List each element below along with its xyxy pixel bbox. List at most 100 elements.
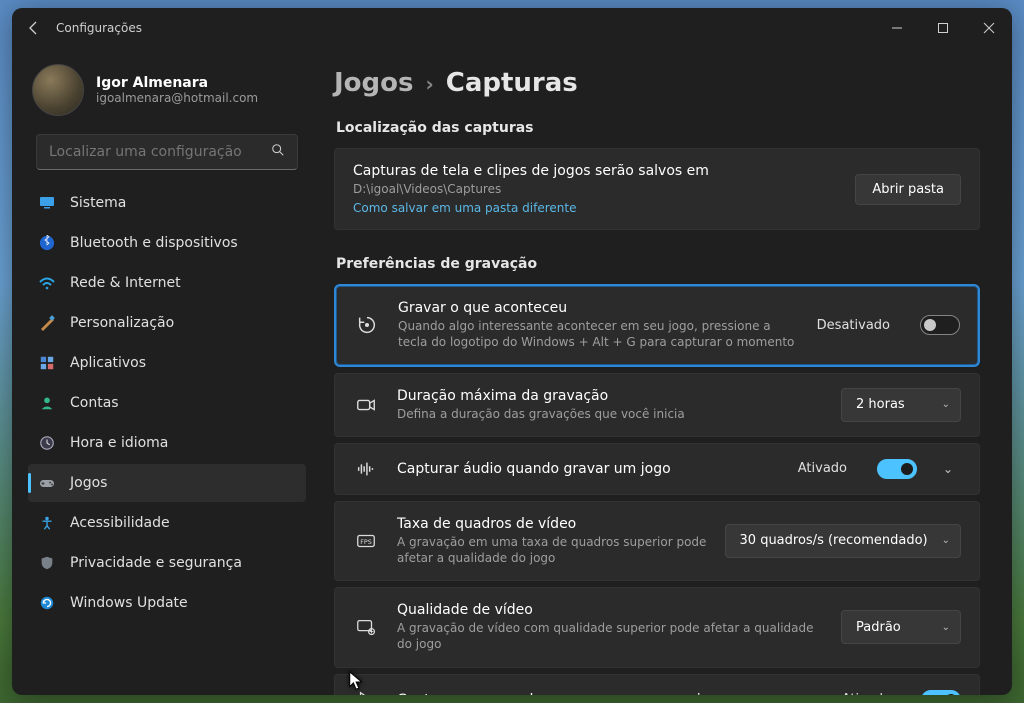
- chevron-down-icon: ⌄: [942, 399, 950, 410]
- back-button[interactable]: [12, 8, 56, 48]
- capture-cursor-state: Ativado: [842, 692, 891, 695]
- capture-audio-card[interactable]: Capturar áudio quando gravar um jogo Ati…: [334, 443, 980, 495]
- person-icon: [38, 394, 56, 412]
- capture-location-link[interactable]: Como salvar em uma pasta diferente: [353, 201, 837, 215]
- cursor-icon: [353, 689, 379, 696]
- record-happened-desc: Quando algo interessante acontecer em se…: [398, 318, 799, 350]
- sidebar: Igor Almenara igoalmenara@hotmail.com Si…: [12, 48, 312, 695]
- chevron-down-icon: ⌄: [942, 622, 950, 633]
- titlebar: Configurações: [12, 8, 1012, 48]
- sidebar-item-label: Acessibilidade: [70, 515, 170, 531]
- audio-bars-icon: [353, 458, 379, 480]
- open-folder-button[interactable]: Abrir pasta: [855, 174, 961, 205]
- close-button[interactable]: [966, 8, 1012, 48]
- video-quality-dropdown[interactable]: Padrão ⌄: [841, 610, 961, 644]
- profile-name: Igor Almenara: [96, 75, 258, 91]
- chevron-right-icon: ›: [426, 72, 434, 96]
- sidebar-item-label: Contas: [70, 395, 119, 411]
- close-icon: [983, 22, 995, 34]
- sidebar-item-accounts[interactable]: Contas: [28, 384, 306, 422]
- breadcrumb-current: Capturas: [446, 68, 578, 98]
- accessibility-icon: [38, 514, 56, 532]
- capture-audio-toggle[interactable]: [877, 459, 917, 479]
- clock-globe-icon: [38, 434, 56, 452]
- video-quality-title: Qualidade de vídeo: [397, 602, 823, 618]
- bluetooth-icon: [38, 234, 56, 252]
- sidebar-item-label: Personalização: [70, 315, 174, 331]
- chevron-down-icon[interactable]: ⌄: [935, 462, 961, 476]
- main-content: Jogos › Capturas Localização das captura…: [312, 48, 1012, 695]
- capture-location-card: Capturas de tela e clipes de jogos serão…: [334, 148, 980, 230]
- frame-rate-title: Taxa de quadros de vídeo: [397, 516, 707, 532]
- max-duration-desc: Defina a duração das gravações que você …: [397, 406, 823, 422]
- minimize-button[interactable]: [874, 8, 920, 48]
- frame-rate-desc: A gravação em uma taxa de quadros superi…: [397, 534, 707, 566]
- capture-location-path: D:\igoal\Videos\Captures: [353, 181, 837, 197]
- sidebar-item-label: Sistema: [70, 195, 126, 211]
- fps-icon: FPS: [353, 530, 379, 552]
- sidebar-item-label: Aplicativos: [70, 355, 146, 371]
- sidebar-item-network[interactable]: Rede & Internet: [28, 264, 306, 302]
- sidebar-item-personalization[interactable]: Personalização: [28, 304, 306, 342]
- sidebar-item-label: Rede & Internet: [70, 275, 181, 291]
- gamepad-icon: [38, 474, 56, 492]
- frame-rate-value: 30 quadros/s (recomendado): [740, 533, 928, 548]
- frame-rate-dropdown[interactable]: 30 quadros/s (recomendado) ⌄: [725, 524, 961, 558]
- record-happened-toggle[interactable]: [920, 315, 960, 335]
- sidebar-item-windows-update[interactable]: Windows Update: [28, 584, 306, 622]
- capture-location-title: Capturas de tela e clipes de jogos serão…: [353, 163, 837, 179]
- settings-window: Configurações Igor Almenara igoalmenara@…: [12, 8, 1012, 695]
- sidebar-item-label: Privacidade e segurança: [70, 555, 242, 571]
- shield-icon: [38, 554, 56, 572]
- window-controls: [874, 8, 1012, 48]
- video-quality-value: Padrão: [856, 620, 901, 635]
- history-icon: [354, 314, 380, 336]
- video-quality-desc: A gravação de vídeo com qualidade superi…: [397, 620, 823, 652]
- capture-cursor-card: Capturar o cursor do mouse ao gravar um …: [334, 674, 980, 696]
- sidebar-item-privacy[interactable]: Privacidade e segurança: [28, 544, 306, 582]
- sidebar-item-apps[interactable]: Aplicativos: [28, 344, 306, 382]
- section-heading-location: Localização das capturas: [336, 120, 980, 136]
- monitor-icon: [38, 194, 56, 212]
- sidebar-item-label: Windows Update: [70, 595, 188, 611]
- breadcrumb: Jogos › Capturas: [334, 68, 980, 98]
- sidebar-item-bluetooth[interactable]: Bluetooth e dispositivos: [28, 224, 306, 262]
- chevron-down-icon: ⌄: [942, 535, 950, 546]
- sidebar-item-system[interactable]: Sistema: [28, 184, 306, 222]
- brush-icon: [38, 314, 56, 332]
- record-happened-title: Gravar o que aconteceu: [398, 300, 799, 316]
- nav: Sistema Bluetooth e dispositivos Rede & …: [22, 184, 312, 622]
- minimize-icon: [891, 22, 903, 34]
- capture-audio-state: Ativado: [798, 461, 847, 476]
- svg-text:FPS: FPS: [360, 538, 372, 546]
- max-duration-title: Duração máxima da gravação: [397, 388, 823, 404]
- sidebar-item-accessibility[interactable]: Acessibilidade: [28, 504, 306, 542]
- sidebar-item-label: Jogos: [70, 475, 107, 491]
- sidebar-item-time-language[interactable]: Hora e idioma: [28, 424, 306, 462]
- sidebar-item-label: Hora e idioma: [70, 435, 168, 451]
- capture-cursor-toggle[interactable]: [921, 690, 961, 696]
- search-icon: [271, 143, 285, 161]
- section-heading-recording: Preferências de gravação: [336, 256, 980, 272]
- quality-icon: [353, 616, 379, 638]
- max-duration-card: Duração máxima da gravação Defina a dura…: [334, 373, 980, 437]
- arrow-left-icon: [26, 20, 42, 36]
- search-box[interactable]: [36, 134, 298, 170]
- camera-icon: [353, 394, 379, 416]
- profile[interactable]: Igor Almenara igoalmenara@hotmail.com: [22, 56, 312, 132]
- sidebar-item-label: Bluetooth e dispositivos: [70, 235, 238, 251]
- video-quality-card: Qualidade de vídeo A gravação de vídeo c…: [334, 587, 980, 667]
- record-happened-state: Desativado: [817, 318, 890, 333]
- capture-audio-title: Capturar áudio quando gravar um jogo: [397, 461, 780, 477]
- search-input[interactable]: [49, 144, 271, 160]
- sidebar-item-gaming[interactable]: Jogos: [28, 464, 306, 502]
- breadcrumb-parent[interactable]: Jogos: [334, 68, 414, 98]
- maximize-button[interactable]: [920, 8, 966, 48]
- avatar: [32, 64, 84, 116]
- record-what-happened-card: Gravar o que aconteceu Quando algo inter…: [334, 284, 980, 366]
- max-duration-dropdown[interactable]: 2 horas ⌄: [841, 388, 961, 422]
- maximize-icon: [937, 22, 949, 34]
- max-duration-value: 2 horas: [856, 397, 905, 412]
- frame-rate-card: FPS Taxa de quadros de vídeo A gravação …: [334, 501, 980, 581]
- wifi-icon: [38, 274, 56, 292]
